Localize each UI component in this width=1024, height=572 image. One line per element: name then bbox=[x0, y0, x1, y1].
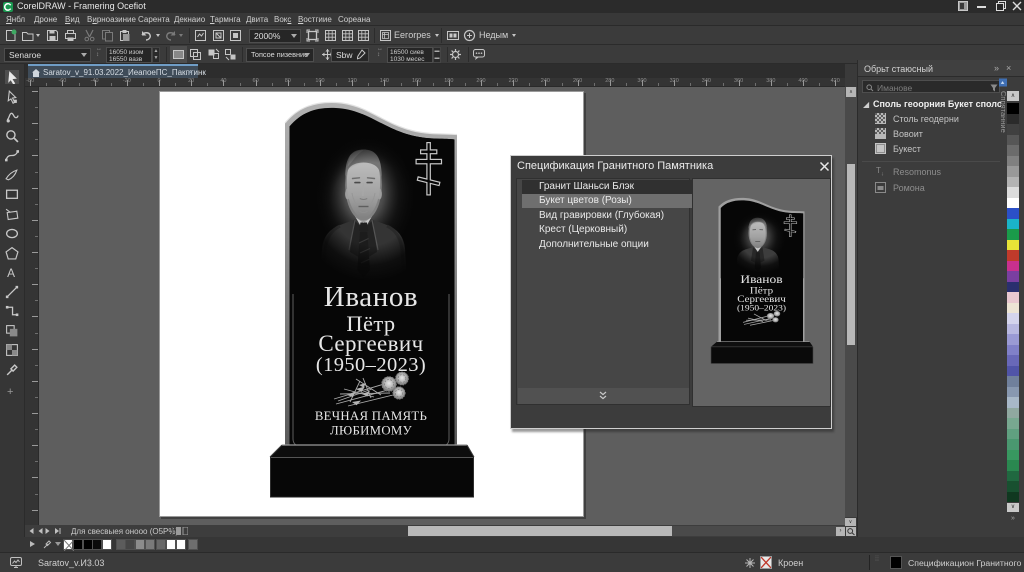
svg-text:(1950–2023): (1950–2023) bbox=[737, 303, 786, 312]
svg-text:Сергеевич: Сергеевич bbox=[318, 331, 423, 356]
svg-text:ЛЮБИМОМУ: ЛЮБИМОМУ bbox=[330, 424, 413, 438]
svg-text:Иванов: Иванов bbox=[324, 281, 418, 313]
svg-text:A: A bbox=[7, 266, 15, 279]
svg-text:(1950–2023): (1950–2023) bbox=[316, 354, 426, 376]
svg-text:Иванов: Иванов bbox=[740, 273, 782, 286]
svg-text:ВЕЧНАЯ ПАМЯТЬ: ВЕЧНАЯ ПАМЯТЬ bbox=[315, 409, 427, 423]
